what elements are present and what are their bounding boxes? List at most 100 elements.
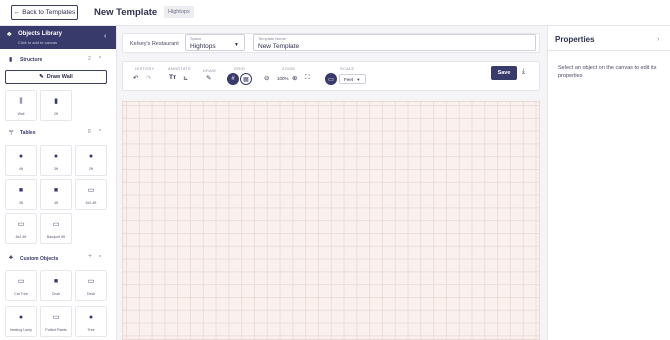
restaurant-name: Kelsey's Restaurant [130,41,179,47]
back-to-templates-label: Back to Templates [22,9,76,16]
arrow-left-icon: ← [13,9,21,16]
save-button[interactable]: Save [491,66,517,80]
rect-table-icon: ▭ [17,221,25,228]
section-tables[interactable]: ╤ Tables 8 ⌃ [0,127,116,139]
back-to-templates-button[interactable]: ← Back to Templates [11,5,78,20]
object-tile-label: Desk [86,292,96,296]
object-tile-table[interactable]: ▭ Banquet 6ft [40,213,72,244]
page-title: New Template [94,7,158,18]
section-tables-count: 8 [88,129,91,135]
chevron-up-icon[interactable]: ⌃ [98,129,102,135]
round-table-icon: ● [53,153,59,160]
object-tile-wall[interactable]: ⫼ Wall [5,90,37,121]
template-name-field[interactable]: Template Name New Template [253,34,536,51]
wall-icon: ⫼ [19,98,23,105]
object-tile-label: 4ft [19,167,23,171]
object-tile-custom[interactable]: ● Heating Lamp [5,306,37,337]
scale-group-label: SCALE [340,67,355,71]
object-tile-label: Chair [51,292,61,296]
chevron-up-icon[interactable]: ⌃ [98,255,102,261]
object-tile-custom[interactable]: ● Tree [75,306,107,337]
object-tile-label: Cat Tree [14,292,28,296]
text-tool-icon[interactable]: Tт [169,74,176,81]
space-select-label: Space [190,36,202,41]
zoom-out-icon[interactable]: ⊖ [264,74,269,82]
object-tile-table[interactable]: ● 3ft [40,145,72,176]
chevron-right-icon[interactable]: › [657,36,659,43]
scale-select-value: Feet [344,77,354,82]
measure-tool-icon[interactable]: ⊾ [183,74,188,82]
object-tile-label: Heating Lamp [9,328,33,332]
add-icon[interactable]: + [88,253,92,260]
objects-library-header: ♣ Objects Library Click to add to canvas… [0,26,116,49]
objects-library-sidebar: ♣ Objects Library Click to add to canvas… [0,26,117,340]
section-custom-objects[interactable]: ♣ Custom Objects + ⌃ [0,253,116,265]
space-select-value: Hightops [190,43,216,50]
space-chip: Hightops [164,6,194,18]
properties-empty-text: Select an object on the canvas to edit i… [558,65,657,79]
object-tile-table[interactable]: ■ 4ft [40,179,72,210]
round-table-icon: ● [18,153,24,160]
object-tile-table[interactable]: ■ 3ft [5,179,37,210]
object-tile-table[interactable]: ● 4ft [5,145,37,176]
download-icon[interactable]: ⤓ [522,68,525,76]
rect-table-icon: ▭ [52,221,60,228]
template-name-label: Template Name [258,36,287,41]
door-icon: ▮ [54,98,58,105]
object-tile-custom[interactable]: ■ Chair [40,270,72,301]
object-tile-label: Potted Plants [45,328,67,332]
section-custom-objects-label: Custom Objects [20,256,59,262]
history-group-label: HISTORY [135,67,155,71]
object-tile-label: 2ft [89,167,93,171]
object-tile-custom[interactable]: ▭ Cat Tree [5,270,37,301]
annotate-group-label: ANNOTATE [168,67,192,71]
square-table-icon: ■ [18,187,24,194]
rect-table-icon: ▭ [87,187,95,194]
object-tile-table[interactable]: ● 2ft [75,145,107,176]
fit-screen-icon[interactable]: ⛶ [305,74,310,82]
undo-icon[interactable]: ↶ [133,74,138,82]
shapes-icon: ♣ [9,255,13,261]
object-tile-custom[interactable]: ▭ Potted Plants [40,306,72,337]
top-bar: ← Back to Templates New Template Hightop… [0,0,670,26]
object-tile-label: Tree [87,328,95,332]
grid-fine-icon[interactable]: ▦ [240,73,252,85]
section-structure[interactable]: ▮ Structure 2 ⌃ [0,54,116,66]
properties-panel: Properties › Select an object on the can… [547,26,670,340]
draw-group-label: DRAW [203,69,217,73]
potted-plants-icon: ▭ [52,314,60,321]
object-tile-door[interactable]: ▮ 2ft [40,90,72,121]
section-tables-label: Tables [20,130,36,136]
scale-select[interactable]: Feet ▾ [339,74,366,84]
grid-group-label: GRID [234,67,246,71]
collapse-sidebar-icon[interactable]: ‹ [104,33,106,40]
template-name-value[interactable]: New Template [258,43,299,50]
draw-wall-label: Draw Wall [46,74,73,80]
table-icon: ╤ [9,129,14,135]
object-tile-label: 6x2.4ft [85,201,97,205]
properties-title: Properties [555,35,595,44]
properties-divider [548,50,670,51]
draw-wall-button[interactable]: ✎ Draw Wall [5,70,107,84]
pencil-icon[interactable]: ✎ [206,74,211,82]
pencil-icon: ✎ [39,74,44,80]
object-tile-table[interactable]: ▭ 8x2.4ft [5,213,37,244]
object-tile-label: Banquet 6ft [46,235,66,239]
floor-plan-canvas[interactable] [122,101,540,340]
desk-icon: ▭ [87,278,95,285]
object-tile-label: 3ft [19,201,23,205]
grid-toggle-icon[interactable]: # [227,73,239,85]
chevron-up-icon[interactable]: ⌃ [98,56,102,62]
redo-icon[interactable]: ↷ [146,74,151,82]
shapes-icon: ♣ [7,31,12,38]
object-tile-label: 3ft [54,167,58,171]
chair-icon: ■ [53,278,59,285]
object-tile-label: 8x2.4ft [15,235,27,239]
object-tile-label: 2ft [54,112,58,116]
zoom-group-label: ZOOM [282,67,295,71]
object-tile-custom[interactable]: ▭ Desk [75,270,107,301]
zoom-in-icon[interactable]: ⊕ [292,74,297,82]
object-tile-table[interactable]: ▭ 6x2.4ft [75,179,107,210]
heating-lamp-icon: ● [18,314,24,321]
space-select[interactable]: Space Hightops ▼ [185,34,245,51]
